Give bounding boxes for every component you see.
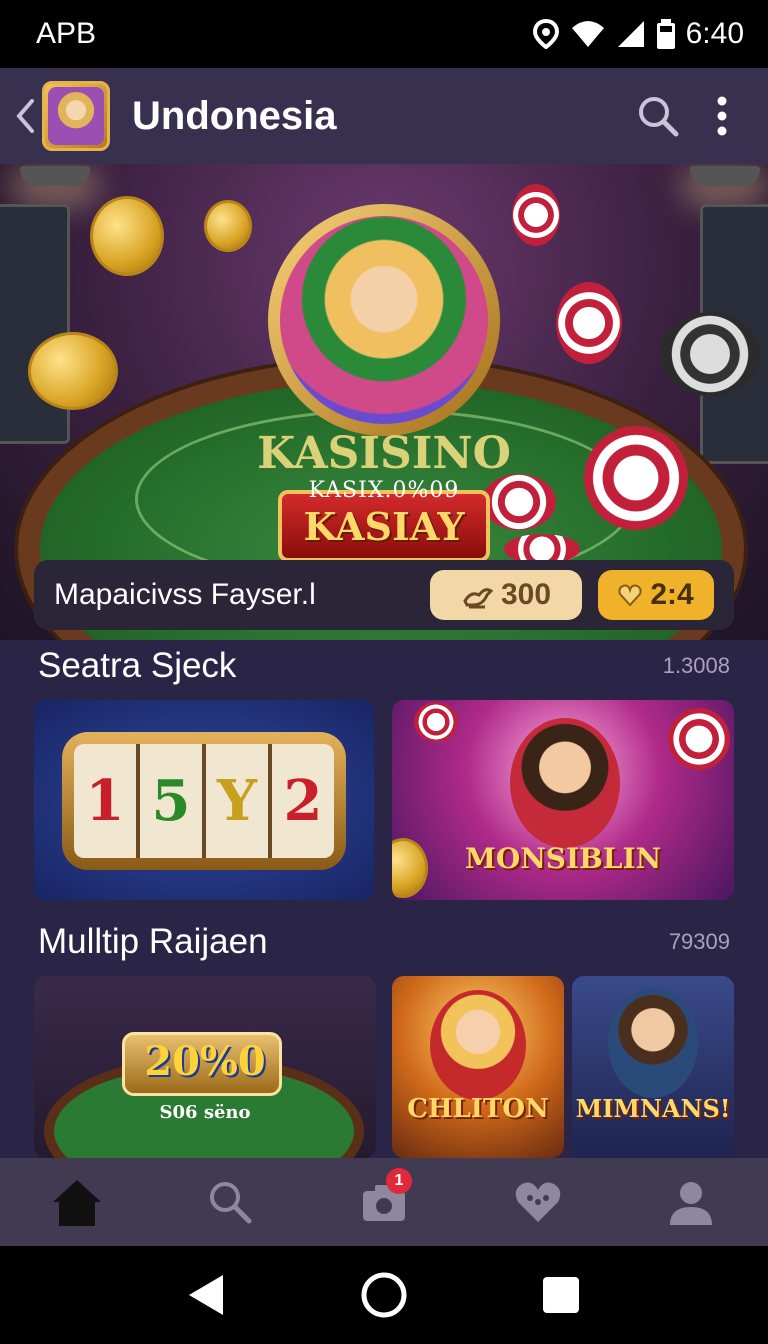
slot-reel-window: 1 5 Y 2 bbox=[74, 744, 334, 858]
search-icon bbox=[210, 1182, 252, 1224]
app-bar: Undonesia bbox=[0, 68, 768, 164]
character-portrait bbox=[608, 988, 698, 1098]
chevron-left-icon bbox=[16, 99, 34, 133]
battery-icon bbox=[656, 19, 675, 49]
tile-title: 20%0 bbox=[144, 1038, 266, 1085]
hero-felt-title: KASISINO bbox=[257, 428, 511, 479]
slot-reel-frame: 1 5 Y 2 bbox=[62, 732, 346, 870]
character-portrait bbox=[430, 990, 526, 1100]
ceiling-lamp-left bbox=[20, 166, 90, 186]
page-title: Undonesia bbox=[132, 93, 337, 138]
coin-image bbox=[204, 200, 252, 252]
signal-icon bbox=[617, 21, 644, 47]
profile-icon bbox=[670, 1182, 713, 1225]
overflow-menu-button[interactable] bbox=[690, 84, 754, 148]
hero-felt-subtitle: KASIX.0%09 bbox=[308, 478, 460, 503]
nav-camera[interactable]: 1 bbox=[344, 1162, 424, 1242]
carrier-label: APB bbox=[36, 17, 97, 50]
nav-favorites[interactable] bbox=[498, 1162, 578, 1242]
game-tile-monsiblin[interactable]: MONSIBLIN bbox=[392, 700, 734, 900]
app-avatar[interactable] bbox=[42, 81, 110, 151]
coins-pill[interactable]: 300 bbox=[430, 570, 582, 620]
heart-icon bbox=[515, 1182, 560, 1222]
promo-strip[interactable]: Mapaicivss Fayser.l 300 2:4 bbox=[34, 560, 734, 630]
back-triangle-icon[interactable] bbox=[187, 1273, 227, 1317]
recents-square-icon[interactable] bbox=[541, 1275, 581, 1315]
location-icon bbox=[532, 19, 559, 49]
status-icons: 6:40 bbox=[532, 17, 744, 51]
notification-badge: 1 bbox=[385, 1168, 412, 1194]
search-icon bbox=[639, 97, 679, 137]
coin-image bbox=[28, 332, 118, 410]
section-count: 1.3008 bbox=[662, 653, 730, 678]
home-icon bbox=[52, 1180, 101, 1226]
wifi-icon bbox=[571, 21, 604, 47]
tile-subtitle: S06 sëno bbox=[159, 1102, 251, 1123]
nav-profile[interactable] bbox=[651, 1162, 731, 1242]
game-tile-chliton[interactable]: CHLITON bbox=[392, 976, 564, 1158]
character-portrait bbox=[510, 718, 620, 848]
tile-title: CHLITON bbox=[407, 1094, 549, 1124]
more-vertical-icon bbox=[717, 96, 727, 136]
avatar-portrait bbox=[48, 87, 104, 145]
genie-lamp-icon bbox=[463, 588, 493, 609]
coins-value: 300 bbox=[500, 578, 552, 611]
tile-title: MIMNANS! bbox=[575, 1094, 731, 1123]
search-button[interactable] bbox=[626, 84, 690, 148]
section-title: Mulltip Raijaen bbox=[38, 922, 268, 961]
chip-image bbox=[668, 708, 730, 770]
game-tile-slots[interactable]: 1 5 Y 2 bbox=[34, 700, 374, 900]
section-header: Mulltip Raijaen 79309 bbox=[38, 922, 730, 962]
home-circle-icon[interactable] bbox=[360, 1271, 408, 1319]
ceiling-lamp-right bbox=[690, 166, 760, 186]
chip-image bbox=[512, 184, 560, 246]
hero-medallion bbox=[268, 204, 500, 436]
slot-reel: 1 bbox=[74, 744, 140, 858]
hearts-value: 2:4 bbox=[650, 578, 694, 611]
coin-image bbox=[90, 196, 164, 276]
promo-title: Mapaicivss Fayser.l bbox=[54, 578, 316, 611]
chip-image bbox=[414, 702, 458, 742]
chip-image bbox=[556, 282, 622, 364]
slot-reel: 5 bbox=[140, 744, 206, 858]
clock: 6:40 bbox=[685, 17, 744, 50]
section-header: Seatra Sjeck 1.3008 bbox=[38, 646, 730, 686]
status-bar: APB 6:40 bbox=[0, 0, 768, 68]
nav-home[interactable] bbox=[37, 1162, 117, 1242]
system-nav-bar bbox=[0, 1246, 768, 1344]
game-tile-mimnans[interactable]: MIMNANS! bbox=[572, 976, 734, 1158]
slot-reel: Y bbox=[206, 744, 272, 858]
section-count: 79309 bbox=[668, 929, 730, 954]
chip-image bbox=[660, 312, 760, 396]
nav-search[interactable] bbox=[190, 1162, 270, 1242]
bottom-nav: 1 bbox=[0, 1158, 768, 1246]
slot-reel: 2 bbox=[283, 768, 323, 834]
heart-icon bbox=[618, 584, 642, 606]
section-title: Seatra Sjeck bbox=[38, 646, 237, 685]
hero-portrait bbox=[280, 216, 488, 424]
hearts-pill[interactable]: 2:4 bbox=[598, 570, 714, 620]
tile-title: MONSIBLIN bbox=[464, 842, 662, 875]
back-button[interactable] bbox=[14, 96, 40, 136]
game-tile-poker-table[interactable]: 20%0 S06 sëno bbox=[34, 976, 376, 1158]
